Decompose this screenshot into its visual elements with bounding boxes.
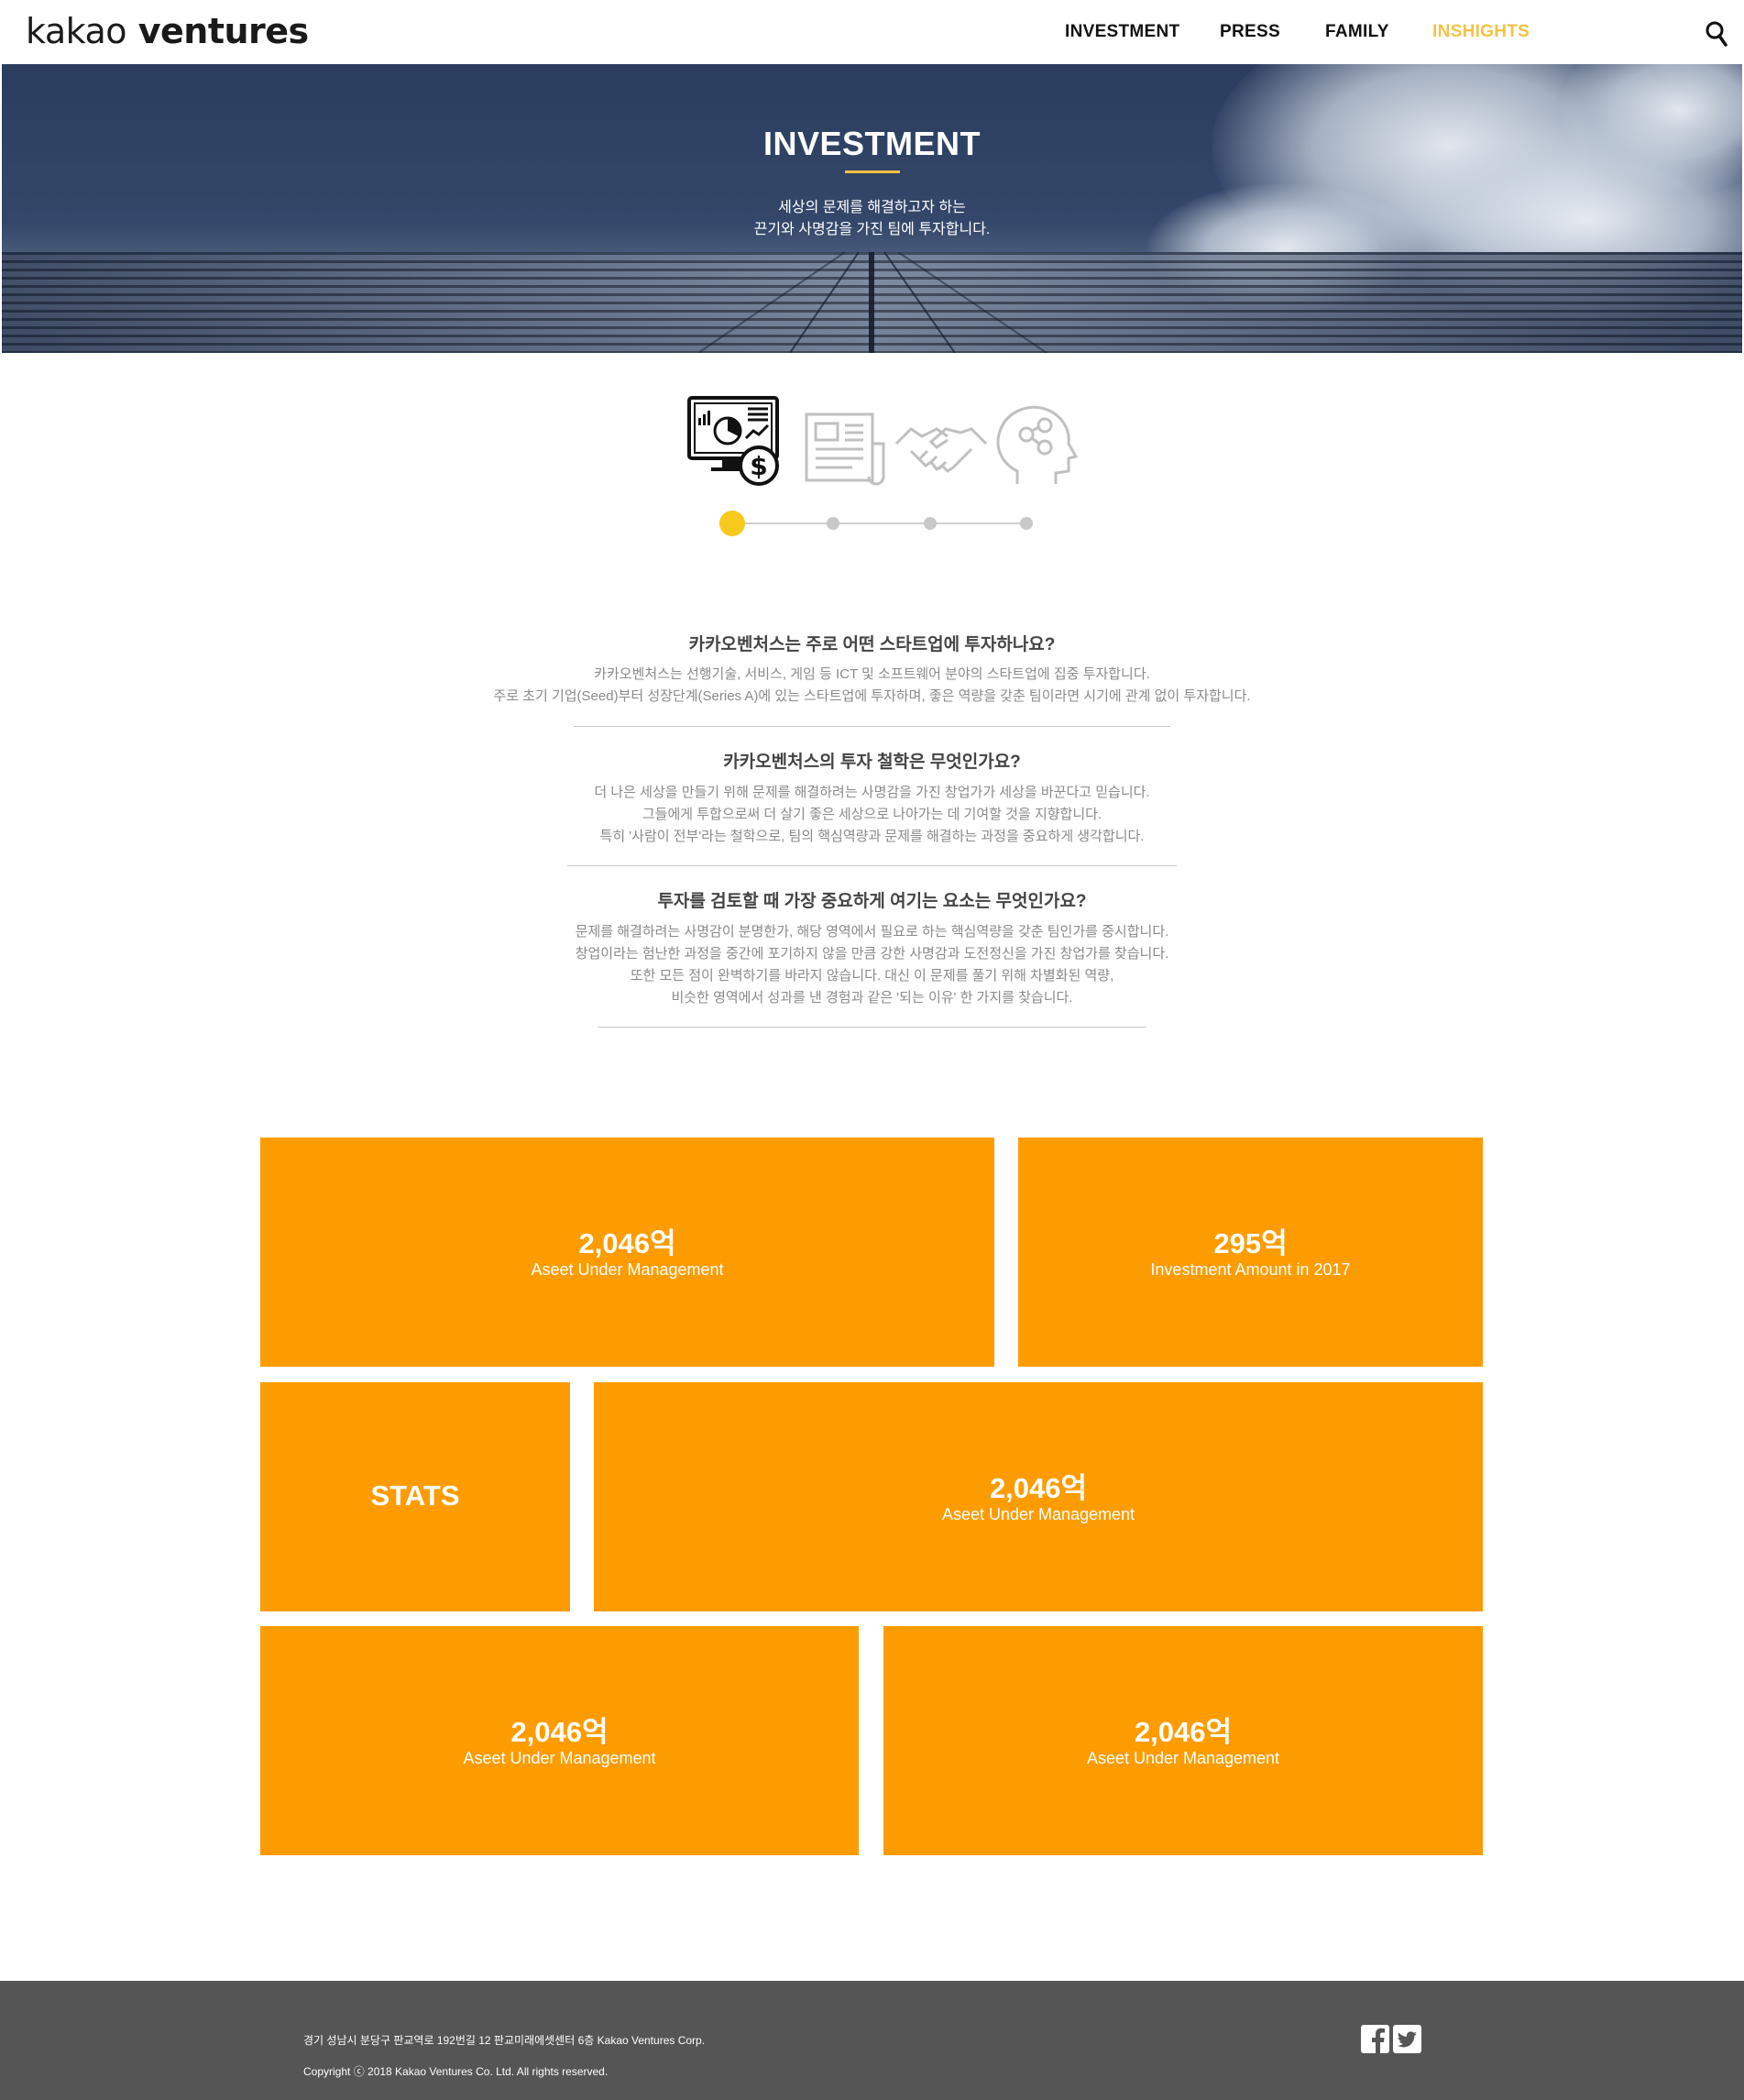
faq-answer-3-line3: 또한 모든 점이 완벽하기를 바라지 않습니다. 대신 이 문제를 풀기 위해 … [630, 968, 1114, 984]
handshake-icon[interactable] [894, 396, 988, 495]
nav-insights[interactable]: INSHIGHTS [1432, 22, 1530, 46]
faq-divider-2 [567, 865, 1177, 866]
faq-answer-1-line1: 카카오벤처스는 선행기술, 서비스, 게임 등 ICT 및 소프트웨어 분야의 … [594, 666, 1150, 682]
stat-label: Investment Amount in 2017 [1150, 1260, 1351, 1279]
footer-copyright: Copyright ⓒ 2018 Kakao Ventures Co. Ltd.… [303, 2065, 609, 2078]
faq-divider-1 [574, 726, 1170, 727]
stat-tile-aum-wide: 2,046억 Aseet Under Management [594, 1382, 1483, 1611]
stat-value: 2,046억 [1134, 1716, 1233, 1748]
faq-answer-2-line3: 특히 '사람이 전부'라는 철학으로, 팀의 핵심역량과 문제를 해결하는 과정… [599, 829, 1145, 844]
hero-subtitle-line1: 세상의 문제를 해결하고자 하는 [778, 200, 966, 215]
site-footer: 경기 성남시 분당구 판교역로 192번길 12 판교미래에셋센터 6층 Kak… [0, 1981, 1744, 2100]
stat-label: Aseet Under Management [531, 1260, 724, 1279]
stat-tile-aum-right: 2,046억 Aseet Under Management [883, 1626, 1483, 1855]
stat-value: 295억 [1213, 1227, 1288, 1259]
step-dot-1[interactable] [719, 511, 745, 536]
faq-answer-3-line4: 비슷한 영역에서 성과를 낸 경험과 같은 '되는 이유' 한 가지를 찾습니다… [671, 990, 1073, 1006]
logo-text-bold: ventures [126, 11, 309, 51]
step-dot-2[interactable] [827, 517, 839, 530]
nav-family[interactable]: FAMILY [1325, 22, 1389, 46]
site-header: kakao ventures INVESTMENT PRESS FAMILY I… [0, 0, 1744, 64]
stat-value: 2,046억 [578, 1227, 676, 1259]
search-icon[interactable] [1705, 20, 1728, 48]
faq-answer-1-line2: 주로 초기 기업(Seed)부터 성장단계(Series A)에 있는 스타트업… [493, 688, 1251, 704]
stat-label: Aseet Under Management [463, 1749, 656, 1767]
stat-label: Aseet Under Management [1086, 1749, 1280, 1767]
svg-text:$: $ [750, 451, 767, 481]
title-underline [845, 170, 900, 173]
stats-heading: STATS [370, 1479, 460, 1512]
nav-investment[interactable]: INVESTMENT [1065, 22, 1179, 46]
twitter-icon[interactable] [1393, 2025, 1421, 2053]
hero-subtitle-line2: 끈기와 사명감을 가진 팀에 투자합니다. [753, 222, 991, 237]
stat-tile-investment-2017: 295억 Investment Amount in 2017 [1018, 1138, 1483, 1367]
step-dot-3[interactable] [924, 517, 937, 530]
faq-question-3: 투자를 검토할 때 가장 중요하게 여기는 요소는 무엇인가요? [657, 892, 1087, 911]
stat-tile-aum-left: 2,046억 Aseet Under Management [260, 1626, 859, 1855]
stat-value: 2,046억 [989, 1472, 1088, 1504]
step-dot-4[interactable] [1020, 517, 1033, 530]
nav-press[interactable]: PRESS [1220, 22, 1280, 46]
faq-answer-2-line1: 더 나은 세상을 만들기 위해 문제를 해결하려는 사명감을 가진 창업가가 세… [594, 785, 1150, 800]
logo-text-light: kakao [26, 11, 127, 51]
hero-banner: INVESTMENT 세상의 문제를 해결하고자 하는 끈기와 사명감을 가진 … [2, 64, 1742, 353]
stat-tile-title: STATS [260, 1382, 570, 1611]
page-title: INVESTMENT [762, 125, 981, 162]
head-network-icon[interactable] [990, 396, 1083, 495]
faq-question-2: 카카오벤처스의 투자 철학은 무엇인가요? [723, 753, 1021, 772]
faq-answer-3-line1: 문제를 해결하려는 사명감이 분명한가, 해당 영역에서 필요로 하는 핵심역량… [575, 924, 1169, 940]
monitor-chart-dollar-icon[interactable]: $ [687, 396, 781, 495]
newspaper-icon[interactable] [805, 396, 898, 495]
stat-label: Aseet Under Management [941, 1505, 1135, 1523]
stat-value: 2,046억 [510, 1716, 609, 1748]
hero-perspective-lines [697, 252, 1047, 353]
logo[interactable]: kakao ventures [26, 11, 309, 51]
stat-tile-aum: 2,046억 Aseet Under Management [260, 1138, 994, 1367]
facebook-icon[interactable] [1361, 2025, 1389, 2053]
faq-question-1: 카카오벤처스는 주로 어떤 스타트업에 투자하나요? [688, 635, 1056, 654]
faq-divider-3 [598, 1027, 1146, 1028]
step-progress-line [733, 522, 1028, 524]
footer-address: 경기 성남시 분당구 판교역로 192번길 12 판교미래에셋센터 6층 Kak… [303, 2034, 706, 2047]
faq-answer-2-line2: 그들에게 투합으로써 더 살기 좋은 세상으로 나아가는 데 기여할 것을 지향… [642, 807, 1102, 822]
faq-answer-3-line2: 창업이라는 험난한 과정을 중간에 포기하지 않을 만큼 강한 사명감과 도전정… [575, 946, 1169, 962]
